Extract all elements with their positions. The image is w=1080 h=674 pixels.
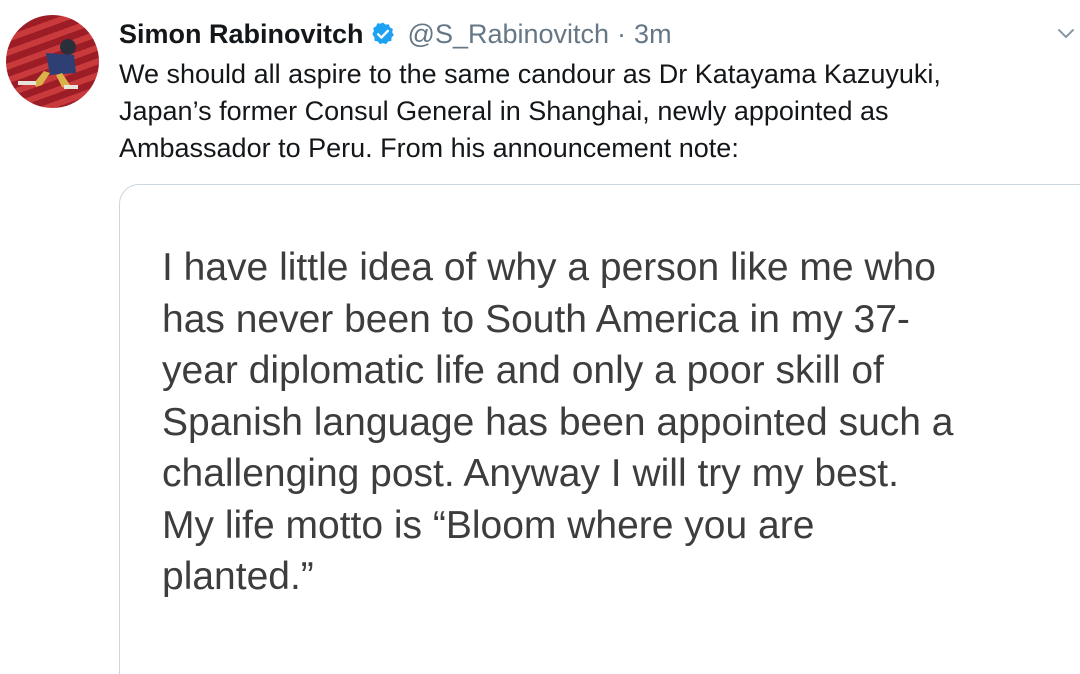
header-separator: · xyxy=(617,18,627,49)
note-line: Spanish language has been appointed such… xyxy=(162,400,954,444)
tweet-text: We should all aspire to the same candour… xyxy=(119,56,1059,167)
author-handle[interactable]: @S_Rabinovitch xyxy=(408,19,610,50)
author-display-name[interactable]: Simon Rabinovitch xyxy=(119,19,364,50)
note-line: year diplomatic life and only a poor ski… xyxy=(162,349,884,392)
note-line: challenging post. Anyway I will try my b… xyxy=(162,452,899,495)
tweet-header: Simon Rabinovitch @S_Rabinovitch · 3m xyxy=(119,14,672,54)
tweet-text-line: We should all aspire to the same candour… xyxy=(119,59,941,89)
note-line: I have little idea of why a person like … xyxy=(162,246,936,289)
avatar-photo-icon xyxy=(18,39,78,89)
chevron-down-icon[interactable] xyxy=(1056,26,1076,40)
tweet-text-line: Japan’s former Consul General in Shangha… xyxy=(119,96,889,126)
announcement-note-image-text: I have little idea of why a person like … xyxy=(162,242,1062,603)
note-line: has never been to South America in my 37… xyxy=(162,297,910,341)
tweet[interactable]: Simon Rabinovitch @S_Rabinovitch · 3m We… xyxy=(0,0,1080,674)
tweet-text-line: Ambassador to Peru. From his announcemen… xyxy=(119,133,739,163)
note-line: planted.” xyxy=(162,555,314,598)
tweet-timestamp[interactable]: 3m xyxy=(634,19,672,50)
note-line: My life motto is “Bloom where you are xyxy=(162,503,815,547)
avatar[interactable] xyxy=(6,15,99,108)
verified-badge-icon xyxy=(370,21,396,47)
